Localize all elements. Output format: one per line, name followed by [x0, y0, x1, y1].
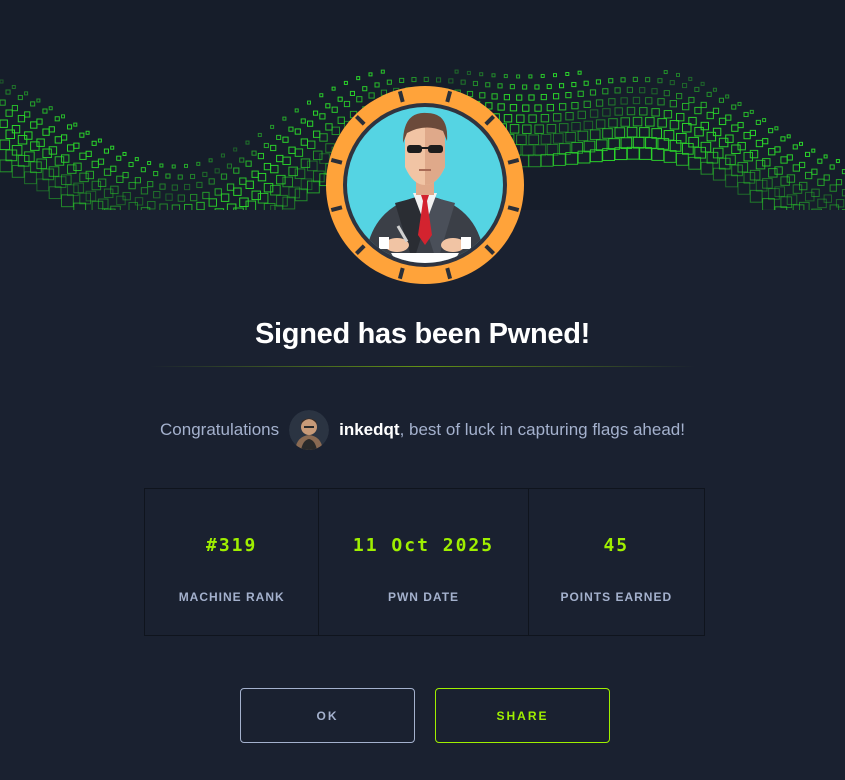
stat-machine-rank: #319 MACHINE RANK: [145, 489, 320, 635]
share-button[interactable]: SHARE: [435, 688, 610, 743]
machine-badge: [325, 85, 525, 285]
stat-value: 11 Oct 2025: [352, 535, 495, 556]
stat-label: PWN DATE: [387, 590, 460, 604]
stat-pwn-date: 11 Oct 2025 PWN DATE: [319, 489, 529, 635]
page-title: Signed has been Pwned!: [254, 318, 590, 350]
ok-button[interactable]: OK: [240, 688, 415, 743]
congrats-suffix: , best of luck in capturing flags ahead!: [399, 420, 685, 439]
congrats-prefix: Congratulations: [160, 420, 280, 439]
stats-panel: #319 MACHINE RANK 11 Oct 2025 PWN DATE 4…: [144, 488, 705, 636]
user-avatar[interactable]: [289, 410, 330, 450]
stat-points-earned: 45 POINTS EARNED: [529, 489, 704, 635]
title-divider: [150, 366, 695, 367]
username-link[interactable]: inkedqt: [339, 420, 399, 440]
stat-label: MACHINE RANK: [178, 590, 285, 604]
stat-label: POINTS EARNED: [560, 590, 673, 604]
congratulations-message: Congratulations inkedqt , best of luck i…: [0, 408, 845, 452]
stat-value: #319: [206, 535, 258, 556]
stat-value: 45: [603, 535, 630, 556]
